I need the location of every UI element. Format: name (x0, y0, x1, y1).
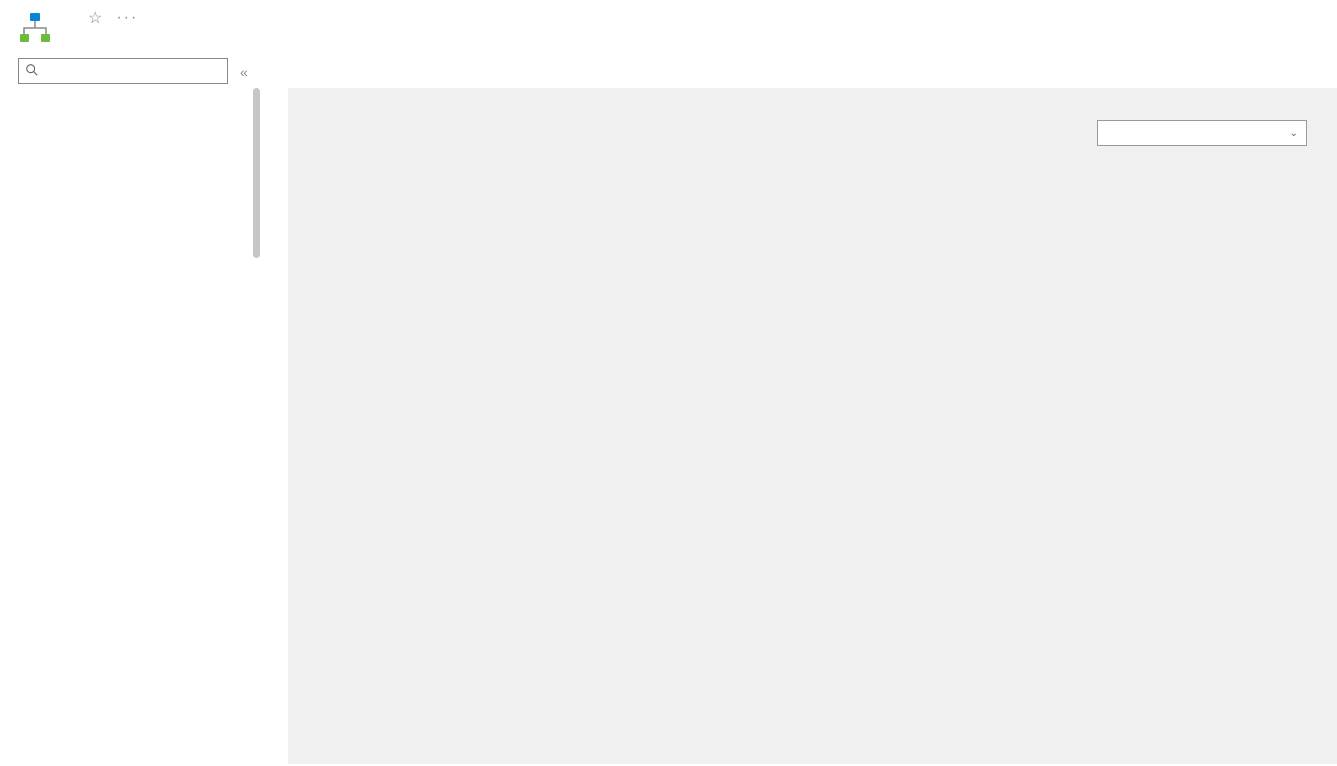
logicapp-icon (18, 12, 52, 46)
search-input[interactable] (45, 64, 221, 79)
page-header: ☆ ··· (0, 0, 1337, 58)
content-area: ⌄ (288, 88, 1337, 764)
more-menu-icon[interactable]: ··· (116, 9, 138, 27)
chevron-down-icon: ⌄ (1290, 128, 1298, 139)
search-icon (25, 63, 45, 80)
collapse-sidebar-icon[interactable]: « (240, 64, 248, 80)
sidebar-search[interactable] (18, 58, 228, 84)
sidebar-scrollbar[interactable] (253, 88, 260, 258)
sidebar: « (0, 58, 260, 764)
favorite-star-icon[interactable]: ☆ (88, 8, 102, 28)
category-select[interactable]: ⌄ (1097, 120, 1307, 146)
